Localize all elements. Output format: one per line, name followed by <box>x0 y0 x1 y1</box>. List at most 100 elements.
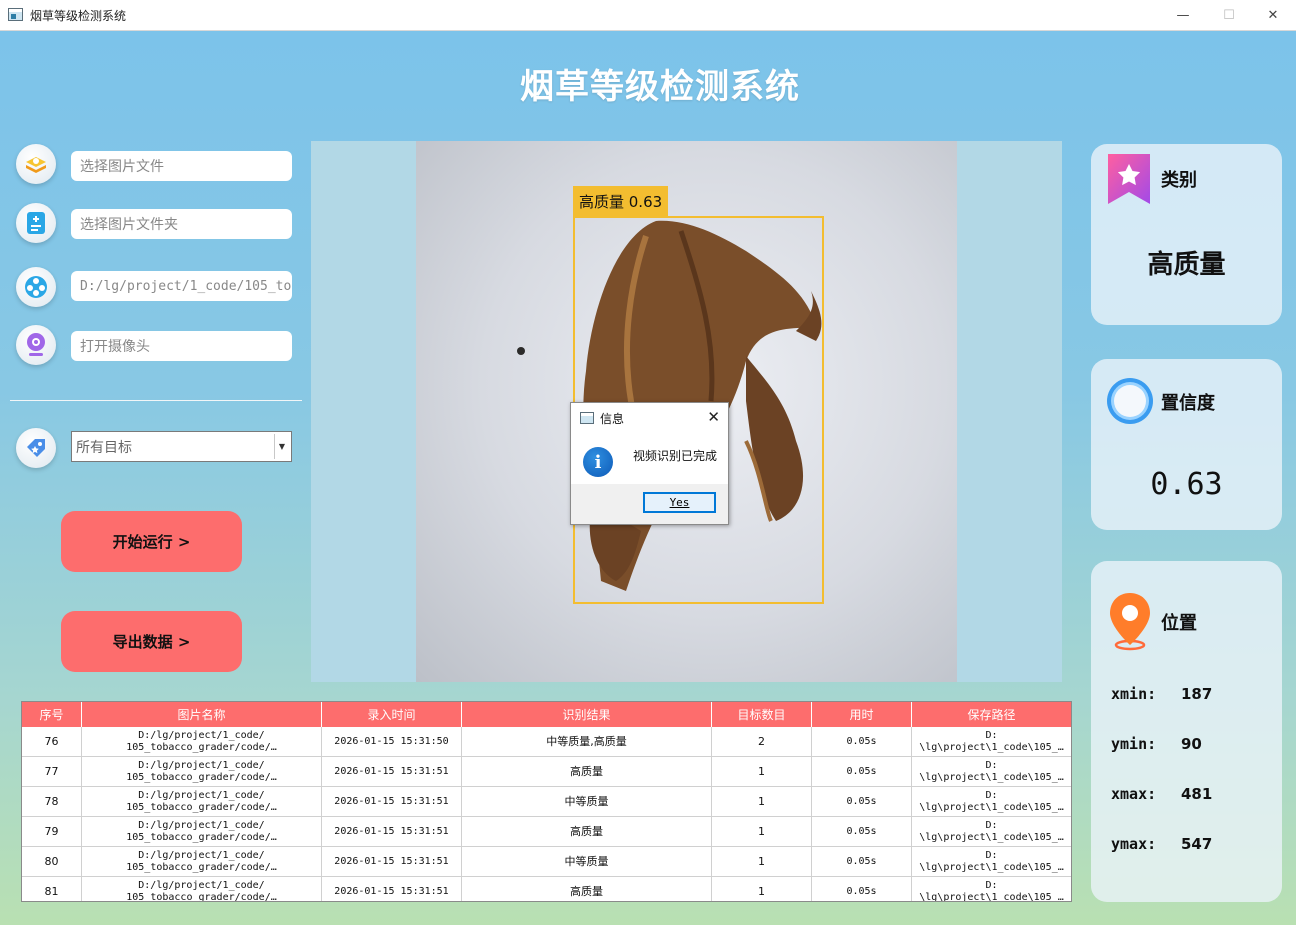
app-icon <box>8 8 23 21</box>
confidence-card: 置信度 0.63 <box>1091 359 1282 530</box>
ymax-label: ymax: <box>1111 835 1157 853</box>
table-row[interactable]: 77 D:/lg/project/1_code/ 105_tobacco_grad… <box>22 757 1071 787</box>
cell-name: D:/lg/project/1_code/ 105_tobacco_grader… <box>82 877 322 901</box>
run-button[interactable]: 开始运行 > <box>61 511 242 572</box>
xmin-label: xmin: <box>1111 685 1157 703</box>
cell-duration: 0.05s <box>812 787 912 817</box>
xmin-value: 187 <box>1181 685 1213 703</box>
cell-count: 1 <box>712 817 812 847</box>
cell-path: D: \lg\project\1_code\105_… <box>912 817 1071 847</box>
cell-result: 中等质量 <box>462 847 712 877</box>
target-select[interactable]: 所有目标 ▼ <box>71 431 292 462</box>
window-title: 烟草等级检测系统 <box>30 9 127 23</box>
class-card: 类别 高质量 <box>1091 144 1282 325</box>
target-select-value: 所有目标 <box>76 439 132 456</box>
chevron-down-icon[interactable]: ▼ <box>274 434 289 459</box>
cell-duration: 0.05s <box>812 727 912 757</box>
table-header: 序号 图片名称 录入时间 识别结果 目标数目 用时 保存路径 <box>22 702 1071 727</box>
info-dialog: 信息 ✕ i 视频识别已完成 Yes <box>570 402 729 525</box>
dialog-body: i 视频识别已完成 <box>571 433 728 484</box>
cell-time: 2026-01-15 15:31:50 <box>322 727 462 757</box>
xmax-label: xmax: <box>1111 785 1157 803</box>
cell-result: 中等质量 <box>462 787 712 817</box>
ymax-row: ymax: 547 <box>1111 835 1212 853</box>
cell-result: 中等质量,高质量 <box>462 727 712 757</box>
cell-time: 2026-01-15 15:31:51 <box>322 817 462 847</box>
table-row[interactable]: 78 D:/lg/project/1_code/ 105_tobacco_grad… <box>22 787 1071 817</box>
dialog-titlebar: 信息 ✕ <box>571 403 728 433</box>
info-icon: i <box>583 447 613 477</box>
cell-duration: 0.05s <box>812 847 912 877</box>
table-row[interactable]: 81 D:/lg/project/1_code/ 105_tobacco_grad… <box>22 877 1071 901</box>
cell-path: D: \lg\project\1_code\105_… <box>912 727 1071 757</box>
col-header-id[interactable]: 序号 <box>22 702 82 727</box>
results-table[interactable]: 序号 图片名称 录入时间 识别结果 目标数目 用时 保存路径 76 D:/lg/p… <box>21 701 1072 902</box>
dialog-message: 视频识别已完成 <box>633 449 718 463</box>
position-card: 位置 xmin: 187 ymin: 90 xmax: 481 ymax: 547 <box>1091 561 1282 902</box>
image-file-icon[interactable] <box>16 144 56 184</box>
close-icon[interactable]: ✕ <box>707 408 720 426</box>
dialog-title: 信息 <box>600 412 625 426</box>
cell-time: 2026-01-15 15:31:51 <box>322 877 462 901</box>
dialog-app-icon <box>580 412 594 424</box>
xmax-value: 481 <box>1181 785 1213 803</box>
cell-id: 81 <box>22 877 82 901</box>
export-button[interactable]: 导出数据 > <box>61 611 242 672</box>
cell-duration: 0.05s <box>812 817 912 847</box>
class-label: 类别 <box>1161 170 1197 191</box>
ymin-label: ymin: <box>1111 735 1157 753</box>
confidence-value: 0.63 <box>1150 467 1223 502</box>
col-header-result[interactable]: 识别结果 <box>462 702 712 727</box>
app-title: 烟草等级检测系统 <box>520 67 800 107</box>
cell-count: 1 <box>712 757 812 787</box>
cell-id: 80 <box>22 847 82 877</box>
image-file-input[interactable]: 选择图片文件 <box>71 151 292 181</box>
cell-name: D:/lg/project/1_code/ 105_tobacco_grader… <box>82 817 322 847</box>
camera-input[interactable]: 打开摄像头 <box>71 331 292 361</box>
cell-duration: 0.05s <box>812 877 912 901</box>
minimize-button[interactable]: — <box>1160 0 1206 30</box>
cell-path: D: \lg\project\1_code\105_… <box>912 877 1071 901</box>
cell-path: D: \lg\project\1_code\105_… <box>912 787 1071 817</box>
cell-name: D:/lg/project/1_code/ 105_tobacco_grader… <box>82 787 322 817</box>
cell-count: 1 <box>712 877 812 901</box>
cell-path: D: \lg\project\1_code\105_… <box>912 847 1071 877</box>
cell-time: 2026-01-15 15:31:51 <box>322 847 462 877</box>
cell-name: D:/lg/project/1_code/ 105_tobacco_grader… <box>82 757 322 787</box>
image-folder-input[interactable]: 选择图片文件夹 <box>71 209 292 239</box>
col-header-time[interactable]: 录入时间 <box>322 702 462 727</box>
tag-icon <box>16 428 56 468</box>
cell-count: 1 <box>712 787 812 817</box>
table-row[interactable]: 80 D:/lg/project/1_code/ 105_tobacco_grad… <box>22 847 1071 877</box>
col-header-path[interactable]: 保存路径 <box>912 702 1071 727</box>
close-window-button[interactable]: ✕ <box>1250 0 1296 30</box>
col-header-name[interactable]: 图片名称 <box>82 702 322 727</box>
yes-button[interactable]: Yes <box>643 492 716 513</box>
cell-count: 1 <box>712 847 812 877</box>
cell-result: 高质量 <box>462 817 712 847</box>
ring-icon <box>1104 373 1158 433</box>
cell-result: 高质量 <box>462 757 712 787</box>
cell-duration: 0.05s <box>812 757 912 787</box>
cell-id: 76 <box>22 727 82 757</box>
video-reel-icon[interactable] <box>16 267 56 307</box>
image-folder-icon[interactable] <box>16 203 56 243</box>
webcam-icon[interactable] <box>16 325 56 365</box>
maximize-button[interactable]: ☐ <box>1206 0 1252 30</box>
xmax-row: xmax: 481 <box>1111 785 1212 803</box>
ymax-value: 547 <box>1181 835 1213 853</box>
class-value: 高质量 <box>1147 250 1226 280</box>
table-row[interactable]: 79 D:/lg/project/1_code/ 105_tobacco_grad… <box>22 817 1071 847</box>
col-header-count[interactable]: 目标数目 <box>712 702 812 727</box>
cell-path: D: \lg\project\1_code\105_… <box>912 757 1071 787</box>
detection-label: 高质量 0.63 <box>573 186 669 216</box>
cell-id: 78 <box>22 787 82 817</box>
ymin-value: 90 <box>1181 735 1202 753</box>
cell-name: D:/lg/project/1_code/ 105_tobacco_grader… <box>82 727 322 757</box>
cell-id: 77 <box>22 757 82 787</box>
col-header-duration[interactable]: 用时 <box>812 702 912 727</box>
table-row[interactable]: 76 D:/lg/project/1_code/ 105_tobacco_grad… <box>22 727 1071 757</box>
video-path-input[interactable]: D:/lg/project/1_code/105_to <box>71 271 292 301</box>
location-pin-icon <box>1106 591 1154 655</box>
window-titlebar: 烟草等级检测系统 — ☐ ✕ <box>0 0 1296 31</box>
